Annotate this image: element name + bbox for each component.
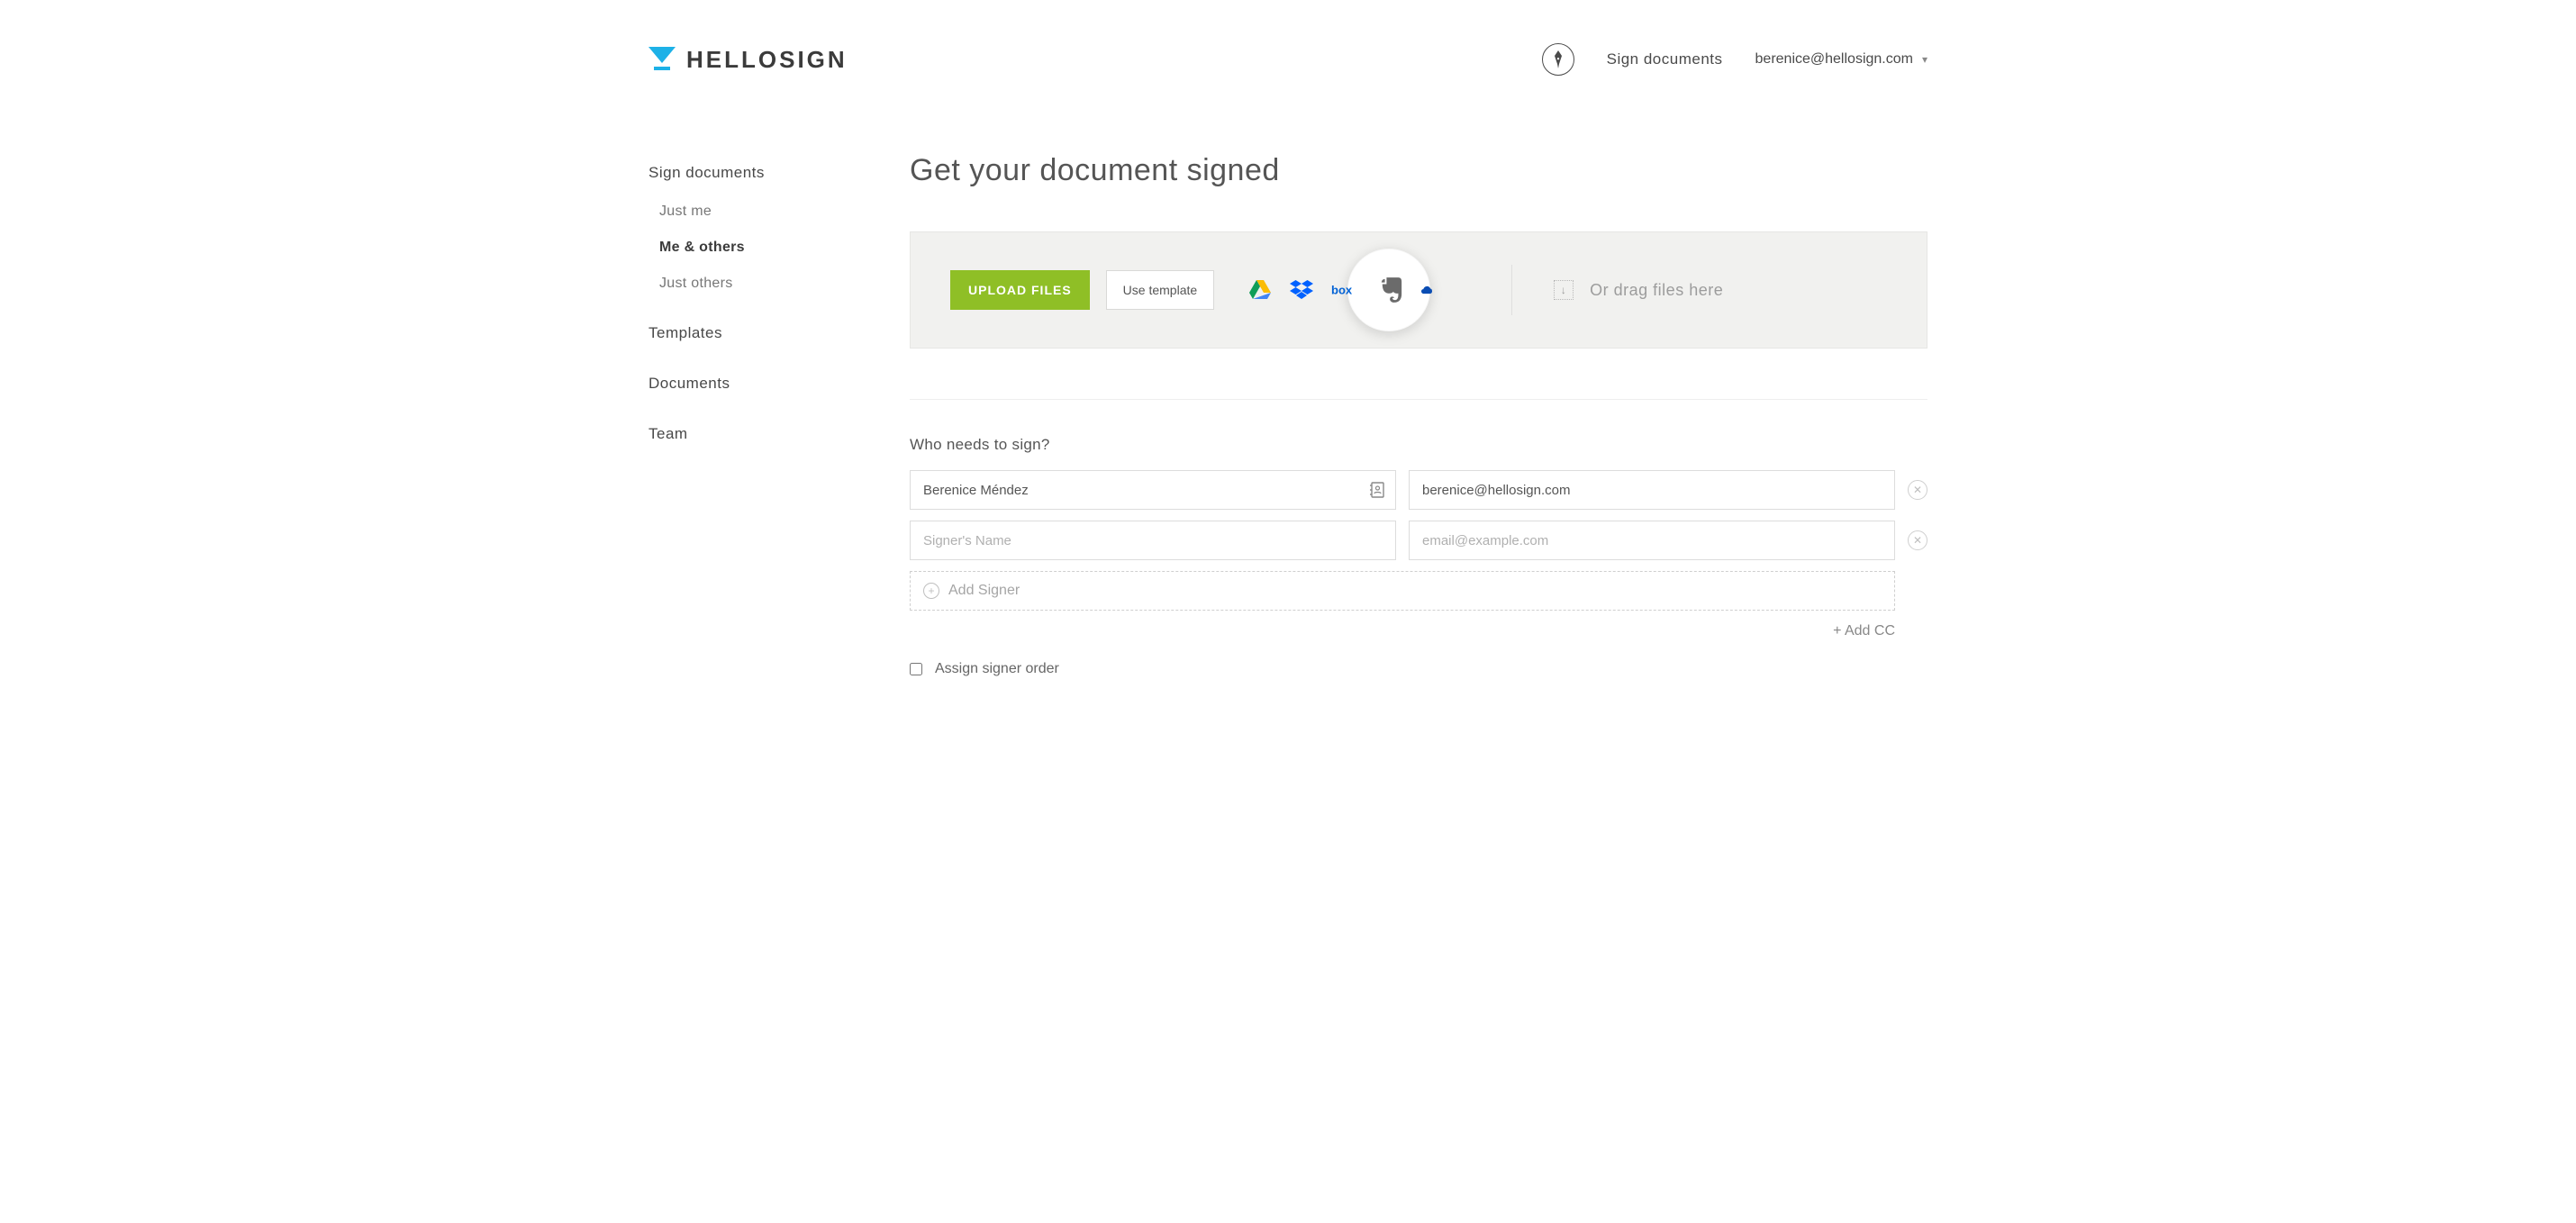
evernote-icon[interactable] <box>1380 278 1403 302</box>
horizontal-divider <box>910 399 1927 400</box>
assign-signer-order[interactable]: Assign signer order <box>910 661 1927 677</box>
sidebar-item-team[interactable]: Team <box>649 425 910 443</box>
sidebar: Sign documents Just me Me & others Just … <box>649 101 910 677</box>
logo-text: HELLOSIGN <box>686 46 848 74</box>
add-cc-link[interactable]: + Add CC <box>910 623 1927 639</box>
plus-circle-icon: + <box>923 583 939 599</box>
svg-text:box: box <box>1331 283 1353 296</box>
add-signer-button[interactable]: + Add Signer <box>910 571 1895 611</box>
google-drive-icon[interactable] <box>1248 278 1272 302</box>
signer-row: Berenice Méndez berenice@hellosign.com ✕ <box>910 470 1927 510</box>
assign-order-checkbox[interactable] <box>910 663 922 675</box>
vertical-divider <box>1511 265 1512 315</box>
use-template-button[interactable]: Use template <box>1106 270 1214 310</box>
chevron-down-icon: ▾ <box>1922 53 1927 66</box>
dropbox-icon[interactable] <box>1290 278 1313 302</box>
logo[interactable]: HELLOSIGN <box>649 46 848 74</box>
sidebar-item-just-me[interactable]: Just me <box>659 204 910 220</box>
download-arrow-icon: ↓ <box>1554 280 1574 300</box>
signer-email-input[interactable]: email@example.com <box>1409 521 1895 560</box>
signers-section: Who needs to sign? Berenice Méndez beren… <box>910 436 1927 677</box>
upload-files-button[interactable]: UPLOAD FILES <box>950 270 1090 310</box>
drag-hint-text: Or drag files here <box>1590 281 1723 300</box>
pen-nib-icon[interactable] <box>1542 43 1574 76</box>
user-email: berenice@hellosign.com <box>1755 51 1913 68</box>
user-menu[interactable]: berenice@hellosign.com ▾ <box>1755 51 1927 68</box>
page-title: Get your document signed <box>910 153 1927 188</box>
sidebar-item-documents[interactable]: Documents <box>649 375 910 393</box>
signer-row: Signer's Name email@example.com ✕ <box>910 521 1927 560</box>
remove-signer-button[interactable]: ✕ <box>1908 480 1927 500</box>
logo-mark-icon <box>649 47 676 72</box>
sidebar-item-sign-documents[interactable]: Sign documents <box>649 164 910 182</box>
onedrive-icon[interactable] <box>1421 278 1432 302</box>
drag-drop-zone[interactable]: ↓ Or drag files here <box>1554 280 1723 300</box>
sidebar-item-just-others[interactable]: Just others <box>659 276 910 292</box>
header: HELLOSIGN Sign documents berenice@hellos… <box>649 0 1927 101</box>
signer-email-input[interactable]: berenice@hellosign.com <box>1409 470 1895 510</box>
sidebar-item-me-and-others[interactable]: Me & others <box>659 240 910 256</box>
file-source-icons: box <box>1248 278 1432 302</box>
main-content: Get your document signed UPLOAD FILES Us… <box>910 101 1927 677</box>
signer-name-input[interactable]: Berenice Méndez <box>910 470 1396 510</box>
sign-documents-link[interactable]: Sign documents <box>1607 50 1723 68</box>
upload-panel: UPLOAD FILES Use template box <box>910 231 1927 349</box>
signers-heading: Who needs to sign? <box>910 436 1927 454</box>
sidebar-item-templates[interactable]: Templates <box>649 324 910 342</box>
remove-signer-button[interactable]: ✕ <box>1908 530 1927 550</box>
contacts-icon[interactable] <box>1370 482 1386 498</box>
signer-name-input[interactable]: Signer's Name <box>910 521 1396 560</box>
box-icon[interactable]: box <box>1331 278 1355 302</box>
